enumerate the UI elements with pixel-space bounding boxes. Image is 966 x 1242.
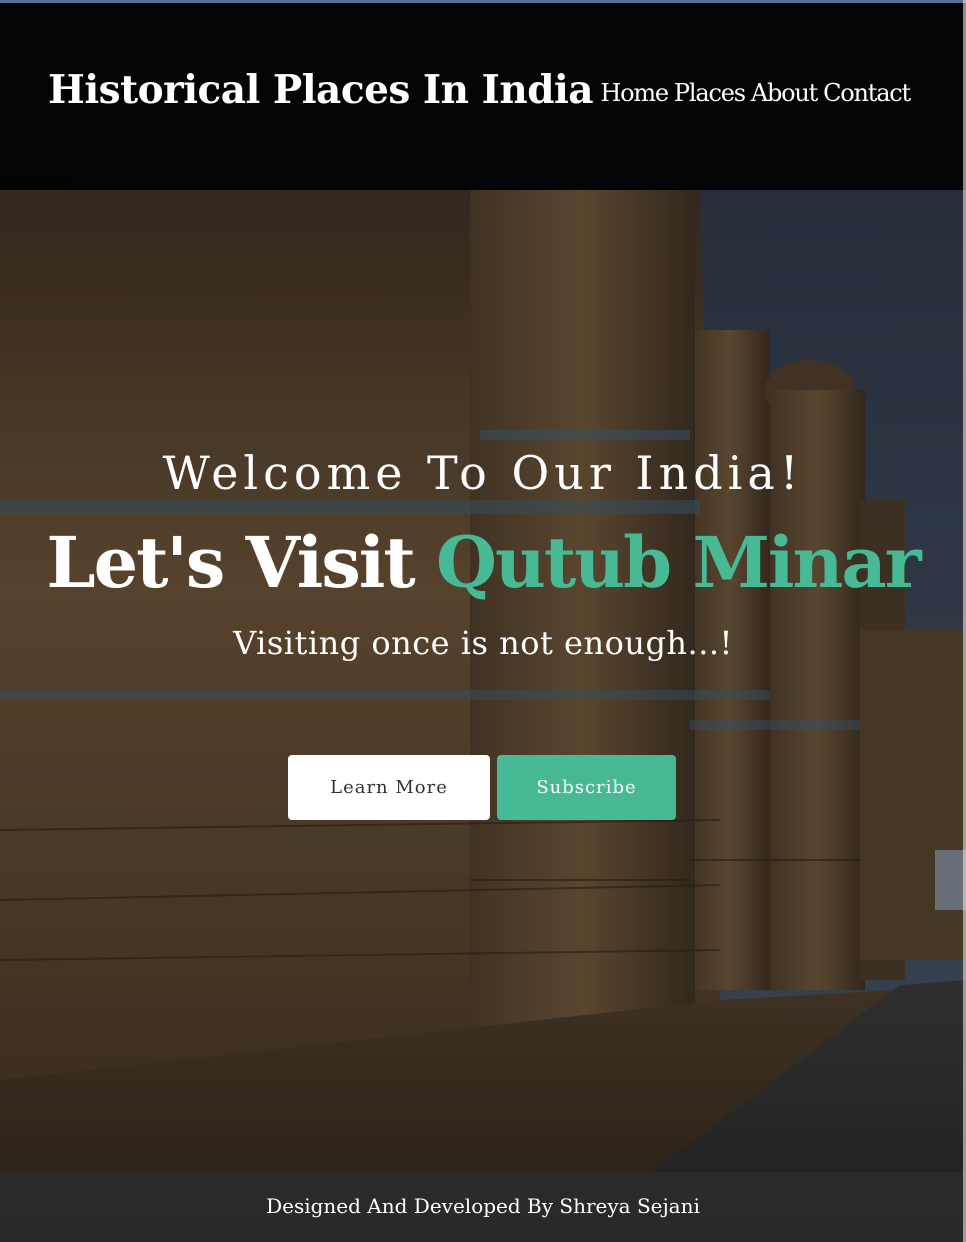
nav-link-places[interactable]: Places [674,79,746,107]
subscribe-button[interactable]: Subscribe [497,755,676,820]
hero-actions: Learn More Subscribe [288,755,676,820]
footer-credit: Designed And Developed By Shreya Sejani [266,1194,700,1218]
hero-section: Welcome To Our India! Let's Visit Qutub … [0,440,966,668]
nav-link-about[interactable]: About [751,79,818,107]
hero-headline: Let's Visit Qutub Minar [0,518,966,608]
main-nav: Home Places About Contact [600,79,911,107]
headline-accent: Qutub Minar [436,521,922,604]
hero-tagline: Visiting once is not enough...! [233,624,733,662]
welcome-heading: Welcome To Our India! [162,446,804,500]
headline-lead: Let's Visit [46,521,415,604]
nav-link-home[interactable]: Home [600,79,669,107]
site-logo-title[interactable]: Historical Places In India [48,67,594,113]
site-footer: Designed And Developed By Shreya Sejani [0,1172,966,1242]
nav-link-contact[interactable]: Contact [823,79,911,107]
site-header: Historical Places In India Home Places A… [0,3,966,190]
learn-more-button[interactable]: Learn More [288,755,490,820]
